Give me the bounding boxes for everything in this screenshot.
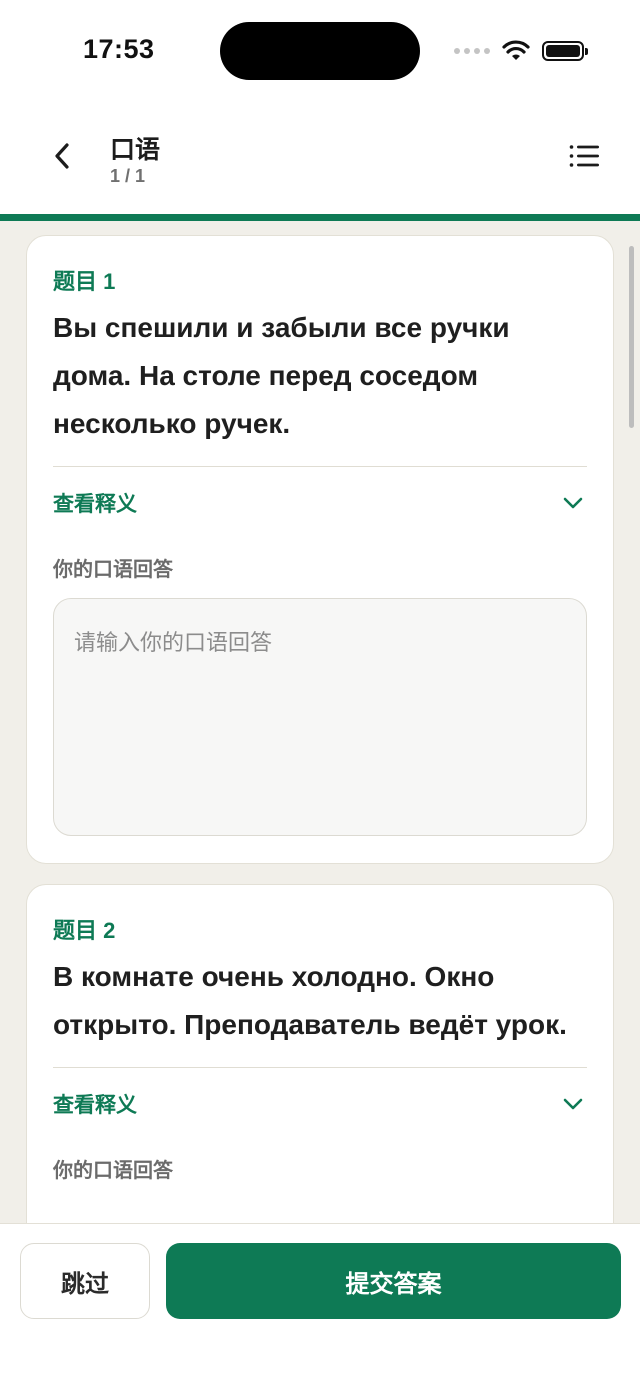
battery-icon <box>542 41 588 61</box>
scrollbar[interactable] <box>629 246 634 428</box>
question-number: 题目 1 <box>53 269 116 294</box>
submit-answer-button[interactable]: 提交答案 <box>166 1243 621 1319</box>
nav-bar: 口语 1 / 1 <box>0 104 640 214</box>
progress-bar <box>0 214 640 221</box>
status-icons <box>454 36 588 66</box>
back-button[interactable] <box>40 134 84 178</box>
menu-button[interactable] <box>564 134 604 178</box>
answer-input[interactable]: 请输入你的口语回答 <box>53 598 587 836</box>
skip-button[interactable]: 跳过 <box>20 1243 150 1319</box>
status-time: 17:53 <box>83 34 155 64</box>
question-number: 题目 2 <box>53 918 116 943</box>
chevron-down-icon <box>559 489 587 517</box>
reveal-translation-toggle[interactable]: 查看释义 <box>53 1068 587 1140</box>
question-text: В комнате очень холодно. Окно открыто. П… <box>53 961 567 1040</box>
bottom-action-bar: 跳过 提交答案 <box>0 1223 640 1392</box>
page-title: 口语 <box>110 136 161 164</box>
reveal-translation-label: 查看释义 <box>53 1094 137 1117</box>
chevron-left-icon <box>55 143 69 169</box>
wifi-icon <box>502 40 530 60</box>
chevron-down-icon <box>559 1090 587 1118</box>
list-icon <box>569 145 599 167</box>
status-bar: 17:53 <box>0 0 640 104</box>
answer-label: 你的口语回答 <box>53 559 173 581</box>
question-card: 题目 2 В комнате очень холодно. Окно откры… <box>26 884 614 1223</box>
question-text: Вы спешили и забыли все ручки дома. На с… <box>53 312 510 439</box>
question-card: 题目 1 Вы спешили и забыли все ручки дома.… <box>26 235 614 864</box>
answer-label: 你的口语回答 <box>53 1160 173 1182</box>
reveal-translation-label: 查看释义 <box>53 493 137 516</box>
reveal-translation-toggle[interactable]: 查看释义 <box>53 467 587 539</box>
page-counter: 1 / 1 <box>110 166 146 186</box>
dynamic-island <box>220 22 420 80</box>
answer-placeholder: 请输入你的口语回答 <box>74 630 273 655</box>
cellular-signal-icon <box>454 48 490 54</box>
question-list[interactable]: 题目 1 Вы спешили и забыли все ручки дома.… <box>0 221 640 1223</box>
